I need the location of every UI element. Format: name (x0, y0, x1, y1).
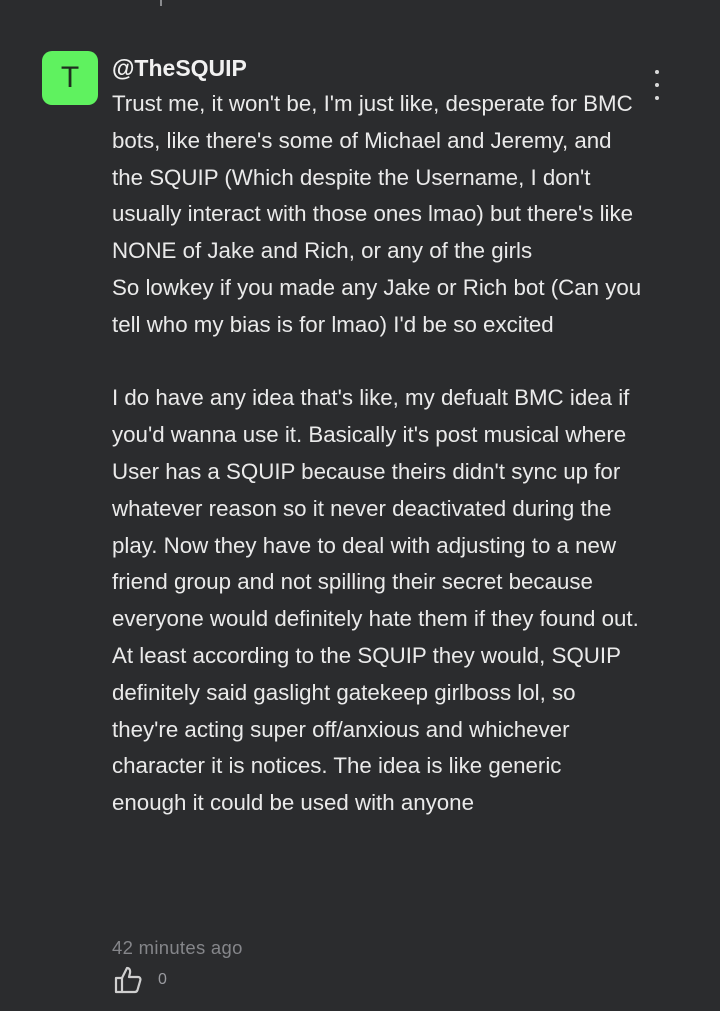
comment-paragraph: Trust me, it won't be, I'm just like, de… (112, 91, 642, 337)
more-options-button[interactable] (646, 70, 668, 100)
more-vertical-icon (655, 70, 659, 74)
paragraph-spacer (112, 344, 642, 381)
comment-username[interactable]: @TheSQUIP (112, 53, 247, 83)
thumbs-up-icon (114, 966, 142, 994)
comment-timestamp: 42 minutes ago (112, 937, 243, 958)
avatar-letter: T (60, 61, 80, 94)
comment-paragraph: I do have any idea that's like, my defua… (112, 385, 639, 816)
avatar[interactable]: T (42, 51, 98, 105)
comment-actions: 0 (112, 964, 167, 996)
like-count: 0 (158, 971, 167, 988)
thumbs-up-icon[interactable] (112, 0, 142, 15)
comment-body: Trust me, it won't be, I'm just like, de… (112, 86, 642, 822)
previous-like-count (160, 0, 162, 6)
previous-comment-actions (112, 0, 142, 12)
comment-thread: T @TheSQUIP Trust me, it won't be, I'm j… (0, 0, 720, 1011)
like-button[interactable] (112, 964, 144, 996)
